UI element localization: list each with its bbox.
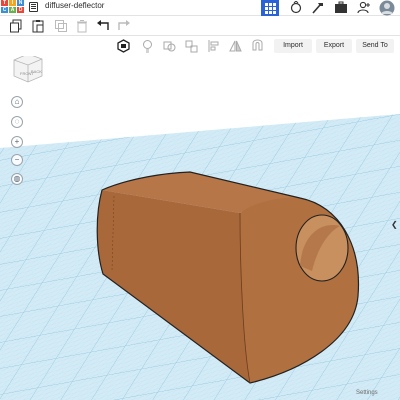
align-icon[interactable]	[207, 39, 220, 53]
view-cube[interactable]: FRONT BACK	[10, 56, 46, 88]
briefcase-icon[interactable]	[334, 1, 348, 14]
paste-icon[interactable]	[31, 19, 45, 33]
export-button[interactable]: Export	[316, 39, 352, 53]
top-bar: T I N C A D diffuser-deflector	[0, 0, 400, 16]
workplane-scene[interactable]	[0, 56, 400, 400]
copy-icon[interactable]	[9, 19, 23, 33]
bulb-icon[interactable]	[141, 39, 154, 53]
view-cube-back: BACK	[31, 69, 42, 74]
shape-toolbar: Import Export Send To	[0, 36, 400, 56]
magnet-icon[interactable]	[251, 39, 264, 53]
edit-toolbar	[0, 16, 400, 36]
logo-letter: A	[9, 7, 16, 13]
logo-letter: T	[1, 0, 8, 6]
note-icon[interactable]	[117, 39, 130, 53]
avatar[interactable]	[378, 0, 396, 16]
undo-icon[interactable]	[96, 19, 110, 33]
send-to-button[interactable]: Send To	[356, 39, 394, 53]
grid-view-icon[interactable]	[261, 0, 279, 16]
redo-icon[interactable]	[117, 19, 131, 33]
perspective-icon[interactable]: ◍	[11, 173, 23, 185]
panel-toggle-icon[interactable]: ❮	[391, 220, 398, 229]
settings-link[interactable]: Settings	[356, 390, 378, 396]
design-list-icon[interactable]	[29, 2, 38, 12]
workplane-viewport[interactable]: FRONT BACK ⌂ ◌ + − ◍ ❮	[0, 56, 400, 400]
logo-letter: D	[17, 7, 24, 13]
ungroup-icon[interactable]	[185, 39, 198, 53]
delete-icon[interactable]	[75, 19, 89, 33]
flip-icon[interactable]	[229, 39, 242, 53]
zoom-in-button[interactable]: +	[11, 136, 23, 148]
zoom-out-button[interactable]: −	[11, 154, 23, 166]
fit-view-icon[interactable]: ◌	[11, 116, 23, 128]
tinkercad-logo[interactable]: T I N C A D	[1, 0, 25, 14]
logo-letter: N	[17, 0, 24, 6]
hammer-icon[interactable]	[311, 1, 325, 14]
design-title[interactable]: diffuser-deflector	[45, 1, 104, 10]
home-view-icon[interactable]: ⌂	[11, 96, 23, 108]
add-user-icon[interactable]	[357, 1, 371, 14]
hand-icon[interactable]	[289, 0, 303, 14]
import-button[interactable]: Import	[274, 39, 312, 53]
duplicate-icon[interactable]	[54, 19, 68, 33]
logo-letter: I	[9, 0, 16, 6]
logo-letter: C	[1, 7, 8, 13]
shape-group-icon[interactable]	[163, 39, 176, 53]
